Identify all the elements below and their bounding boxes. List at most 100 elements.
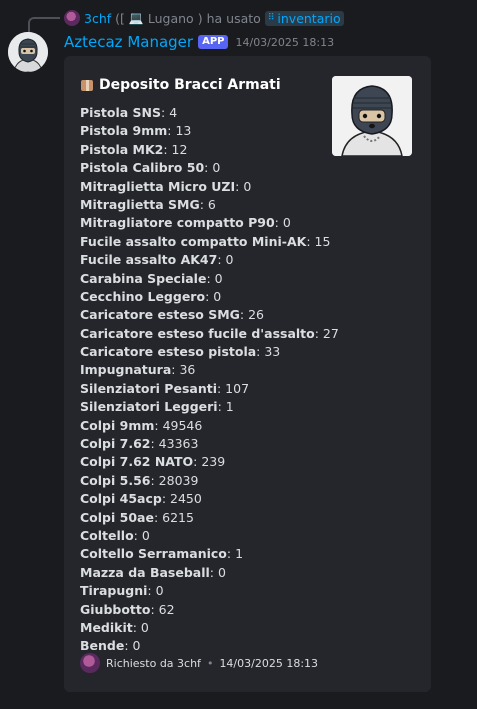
field-value: 36 <box>179 362 196 378</box>
field-value: 107 <box>225 380 250 396</box>
user-avatar-small[interactable] <box>64 10 80 26</box>
inventory-field: Caricatore esteso pistola: 33 <box>80 343 339 361</box>
requester-avatar <box>80 653 100 673</box>
inventory-field: Caricatore esteso SMG: 26 <box>80 306 339 324</box>
inventory-field: Giubbotto: 62 <box>80 601 339 619</box>
message-header: Aztecaz Manager APP 14/03/2025 18:13 <box>64 33 334 51</box>
field-value: 13 <box>175 123 192 139</box>
field-colon: : <box>209 564 218 580</box>
field-name: Pistola SNS <box>80 105 161 120</box>
field-value: 0 <box>140 619 149 635</box>
field-value: 239 <box>201 454 226 470</box>
field-name: Caricatore esteso SMG <box>80 307 240 323</box>
bot-name[interactable]: Aztecaz Manager <box>64 33 193 51</box>
field-colon: : <box>132 619 141 635</box>
field-colon: : <box>217 252 226 268</box>
inventory-field: Silenziatori Pesanti: 107 <box>80 380 339 398</box>
computer-icon: 💻 <box>128 11 144 25</box>
field-name: Fucile assalto compatto Mini-AK <box>80 233 307 249</box>
field-name: Bende <box>80 638 125 654</box>
field-name: Colpi 5.56 <box>80 472 151 488</box>
embed-card: Deposito Bracci Armati Pistola SNS: 4 Pis… <box>64 56 431 692</box>
inventory-field: Colpi 9mm: 49546 <box>80 417 339 435</box>
interaction-location: Lugano <box>147 10 194 26</box>
field-name: Mitragliatore compatto P90 <box>80 215 275 231</box>
inventory-field: Colpi 50ae: 6215 <box>80 509 339 527</box>
inventory-field: Pistola SNS: 4 <box>80 104 339 122</box>
field-colon: : <box>154 417 163 433</box>
field-name: Carabina Speciale <box>80 270 207 286</box>
inventory-field: Coltello: 0 <box>80 527 339 545</box>
field-name: Silenziatori Leggeri <box>80 399 218 415</box>
package-icon <box>80 78 94 92</box>
field-value: 28039 <box>158 472 199 488</box>
bot-avatar[interactable] <box>8 32 48 72</box>
inventory-field-list: Pistola SNS: 4 Pistola 9mm: 13 Pistola MK2… <box>80 104 339 656</box>
field-colon: : <box>239 307 249 323</box>
field-name: Silenziatori Pesanti <box>80 380 217 396</box>
field-colon: : <box>150 601 159 617</box>
field-name: Caricatore esteso fucile d'assalto <box>80 325 315 341</box>
message-timestamp: 14/03/2025 18:13 <box>235 35 335 49</box>
inventory-field: Silenziatori Leggeri: 1 <box>80 398 339 416</box>
field-value: 2450 <box>170 491 202 507</box>
field-value: 0 <box>282 215 291 231</box>
field-name: Giubbotto <box>80 601 151 617</box>
inventory-field: Impugnatura: 36 <box>80 361 339 379</box>
field-colon: : <box>150 436 159 452</box>
command-chip[interactable]: ⠿ inventario <box>264 10 344 26</box>
field-name: Impugnatura <box>80 362 172 378</box>
field-value: 6 <box>207 196 216 212</box>
inventory-field: Mitraglietta Micro UZI: 0 <box>80 178 339 196</box>
inventory-field: Mitraglietta SMG: 6 <box>80 196 339 214</box>
field-name: Mazza da Baseball <box>80 564 210 580</box>
field-value: 4 <box>169 105 178 120</box>
field-colon: : <box>147 583 156 599</box>
field-colon: : <box>217 399 226 415</box>
command-name: inventario <box>277 10 341 26</box>
field-value: 6215 <box>162 509 194 525</box>
inventory-field: Colpi 45acp: 2450 <box>80 490 339 508</box>
field-value: 0 <box>225 252 234 268</box>
embed-title: Deposito Bracci Armati <box>80 77 281 93</box>
field-name: Colpi 7.62 <box>80 436 151 452</box>
field-name: Coltello Serramanico <box>80 546 227 562</box>
command-interaction-header: 3chf ([ 💻 Lugano ) ha usato ⠿ inventario <box>64 9 344 27</box>
field-value: 33 <box>264 344 281 360</box>
field-colon: : <box>124 638 133 654</box>
footer-separator: • <box>206 656 214 670</box>
field-name: Caricatore esteso pistola <box>80 344 257 360</box>
inventory-field: Pistola 9mm: 13 <box>80 122 339 140</box>
field-value: 0 <box>212 160 221 176</box>
interaction-user[interactable]: 3chf <box>84 11 111 26</box>
interaction-paren-open: ([ <box>115 10 125 26</box>
inventory-field: Caricatore esteso fucile d'assalto: 27 <box>80 325 339 343</box>
inventory-field: Tirapugni: 0 <box>80 582 339 600</box>
field-value: 0 <box>132 638 141 654</box>
inventory-field: Fucile assalto compatto Mini-AK: 15 <box>80 233 339 251</box>
field-colon: : <box>161 105 170 120</box>
interaction-action: ha usato <box>206 10 261 26</box>
field-name: Medikit <box>80 619 133 635</box>
field-value: 0 <box>213 288 222 304</box>
field-name: Mitraglietta SMG <box>80 196 200 212</box>
field-name: Fucile assalto AK47 <box>80 252 218 268</box>
inventory-field: Mazza da Baseball: 0 <box>80 564 339 582</box>
inventory-field: Cecchino Leggero: 0 <box>80 288 339 306</box>
field-colon: : <box>150 472 159 488</box>
inventory-field: Pistola Calibro 50: 0 <box>80 159 339 177</box>
embed-thumbnail[interactable] <box>332 76 412 156</box>
field-name: Colpi 45acp <box>80 491 162 507</box>
field-name: Pistola Calibro 50 <box>80 160 205 176</box>
footer-requested-by: Richiesto da 3chf <box>106 656 201 670</box>
inventory-field: Carabina Speciale: 0 <box>80 270 339 288</box>
field-colon: : <box>216 380 226 396</box>
inventory-field: Colpi 7.62 NATO: 239 <box>80 453 339 471</box>
field-name: Colpi 50ae <box>80 509 154 525</box>
field-name: Colpi 7.62 NATO <box>80 454 194 470</box>
inventory-field: Pistola MK2: 12 <box>80 141 339 159</box>
inventory-field: Coltello Serramanico: 1 <box>80 545 339 563</box>
field-colon: : <box>274 215 283 231</box>
field-name: Cecchino Leggero <box>80 288 206 304</box>
field-value: 0 <box>155 583 164 599</box>
